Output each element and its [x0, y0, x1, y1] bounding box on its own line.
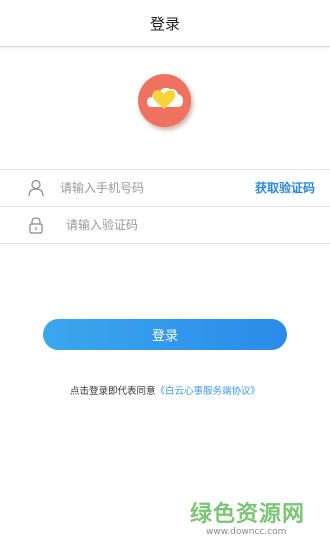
agreement-prefix: 点击登录即代表同意	[69, 386, 156, 397]
watermark-text: 绿色资源网	[190, 502, 306, 527]
agreement-link[interactable]: 《白云心事服务端协议》	[156, 386, 261, 397]
code-row	[0, 206, 330, 244]
heart-cloud-icon	[138, 74, 191, 127]
login-button[interactable]: 登录	[43, 319, 287, 350]
watermark-url: www.downcc.com	[206, 527, 287, 537]
lock-icon	[29, 217, 43, 234]
code-input[interactable]	[66, 207, 246, 243]
app-header: 登录	[0, 0, 330, 47]
get-code-button[interactable]: 获取验证码	[255, 170, 315, 206]
user-icon	[28, 179, 44, 197]
page-title: 登录	[149, 14, 180, 33]
phone-row: 获取验证码	[0, 169, 330, 206]
agreement-text: 点击登录即代表同意《白云心事服务端协议》	[0, 383, 330, 397]
phone-input[interactable]	[60, 170, 240, 206]
